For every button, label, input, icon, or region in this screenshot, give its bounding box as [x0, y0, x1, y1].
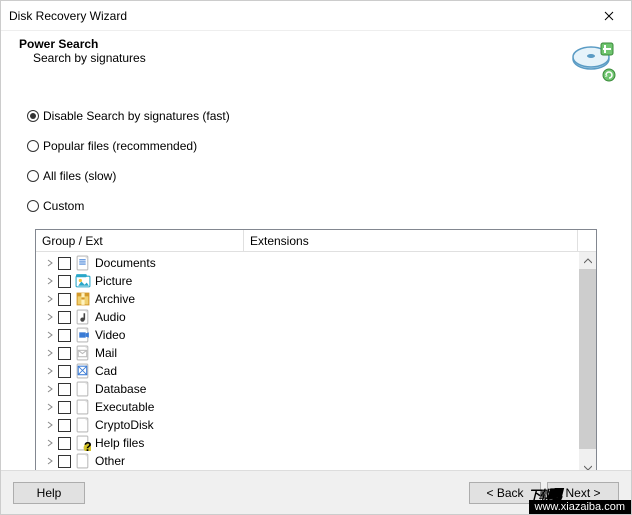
chevron-right-icon[interactable] [44, 385, 56, 393]
tree-row-label: Mail [95, 346, 117, 360]
radio-icon [27, 200, 39, 212]
cad-icon [75, 363, 91, 379]
arc-icon [75, 291, 91, 307]
tree-row-label: Executable [95, 400, 154, 414]
radio-option-2[interactable]: All files (slow) [27, 169, 605, 183]
tree-row-label: CryptoDisk [95, 418, 154, 432]
tree-row-mail[interactable]: Mail [36, 344, 579, 362]
checkbox[interactable] [58, 311, 71, 324]
chevron-right-icon[interactable] [44, 421, 56, 429]
aud-icon [75, 309, 91, 325]
tree-row-label: Other [95, 454, 125, 468]
chevron-right-icon[interactable] [44, 331, 56, 339]
mail-icon [75, 345, 91, 361]
tree-row-crypt[interactable]: CryptoDisk [36, 416, 579, 434]
chevron-right-icon[interactable] [44, 457, 56, 465]
tree-row-label: Video [95, 328, 125, 342]
checkbox[interactable] [58, 383, 71, 396]
tree-row-cad[interactable]: Cad [36, 362, 579, 380]
file-type-tree[interactable]: Documents Picture Archive Audio Video Mail Cad… [36, 252, 579, 476]
checkbox[interactable] [58, 401, 71, 414]
next-button[interactable]: Next > [547, 482, 619, 504]
scroll-up-button[interactable] [579, 252, 596, 269]
tree-row-pic[interactable]: Picture [36, 272, 579, 290]
radio-icon [27, 110, 39, 122]
vid-icon [75, 327, 91, 343]
radio-option-0[interactable]: Disable Search by signatures (fast) [27, 109, 605, 123]
tree-row-exe[interactable]: Executable [36, 398, 579, 416]
checkbox[interactable] [58, 293, 71, 306]
checkbox[interactable] [58, 455, 71, 468]
radio-label: Disable Search by signatures (fast) [43, 109, 230, 123]
chevron-right-icon[interactable] [44, 313, 56, 321]
page-title: Power Search [19, 37, 569, 51]
tree-row-db[interactable]: Database [36, 380, 579, 398]
tree-row-label: Documents [95, 256, 156, 270]
pic-icon [75, 273, 91, 289]
tree-row-arc[interactable]: Archive [36, 290, 579, 308]
chevron-right-icon[interactable] [44, 349, 56, 357]
back-button[interactable]: < Back [469, 482, 541, 504]
tree-row-other[interactable]: Other [36, 452, 579, 470]
checkbox[interactable] [58, 329, 71, 342]
tree-row-label: Database [95, 382, 146, 396]
exe-icon [75, 399, 91, 415]
close-button[interactable] [586, 1, 631, 30]
tree-row-vid[interactable]: Video [36, 326, 579, 344]
tree-row-help[interactable]: ? Help files [36, 434, 579, 452]
chevron-up-icon [584, 258, 592, 264]
column-header-extensions[interactable]: Extensions [244, 230, 578, 252]
column-header-group[interactable]: Group / Ext [36, 230, 244, 252]
scroll-thumb[interactable] [579, 269, 596, 449]
checkbox[interactable] [58, 419, 71, 432]
crypt-icon [75, 417, 91, 433]
tree-row-label: Archive [95, 292, 135, 306]
checkbox[interactable] [58, 437, 71, 450]
help-button[interactable]: Help [13, 482, 85, 504]
doc-icon [75, 255, 91, 271]
chevron-right-icon[interactable] [44, 277, 56, 285]
chevron-right-icon[interactable] [44, 403, 56, 411]
checkbox[interactable] [58, 347, 71, 360]
page-subtitle: Search by signatures [19, 51, 569, 65]
db-icon [75, 381, 91, 397]
column-header-spacer [578, 230, 596, 252]
tree-row-label: Audio [95, 310, 126, 324]
radio-label: Custom [43, 199, 84, 213]
tree-row-label: Picture [95, 274, 132, 288]
tree-row-label: Help files [95, 436, 144, 450]
radio-option-1[interactable]: Popular files (recommended) [27, 139, 605, 153]
vertical-scrollbar[interactable] [579, 252, 596, 476]
tree-row-label: Cad [95, 364, 117, 378]
tree-row-aud[interactable]: Audio [36, 308, 579, 326]
tree-row-doc[interactable]: Documents [36, 254, 579, 272]
checkbox[interactable] [58, 275, 71, 288]
radio-label: Popular files (recommended) [43, 139, 197, 153]
chevron-right-icon[interactable] [44, 367, 56, 375]
radio-icon [27, 140, 39, 152]
chevron-right-icon[interactable] [44, 259, 56, 267]
close-icon [604, 11, 614, 21]
chevron-right-icon[interactable] [44, 295, 56, 303]
checkbox[interactable] [58, 257, 71, 270]
checkbox[interactable] [58, 365, 71, 378]
chevron-right-icon[interactable] [44, 439, 56, 447]
help-icon: ? [75, 435, 91, 451]
radio-option-3[interactable]: Custom [27, 199, 605, 213]
other-icon [75, 453, 91, 469]
window-title: Disk Recovery Wizard [9, 9, 586, 23]
svg-text:?: ? [84, 439, 91, 451]
disk-recovery-icon [569, 37, 617, 85]
radio-label: All files (slow) [43, 169, 116, 183]
radio-icon [27, 170, 39, 182]
